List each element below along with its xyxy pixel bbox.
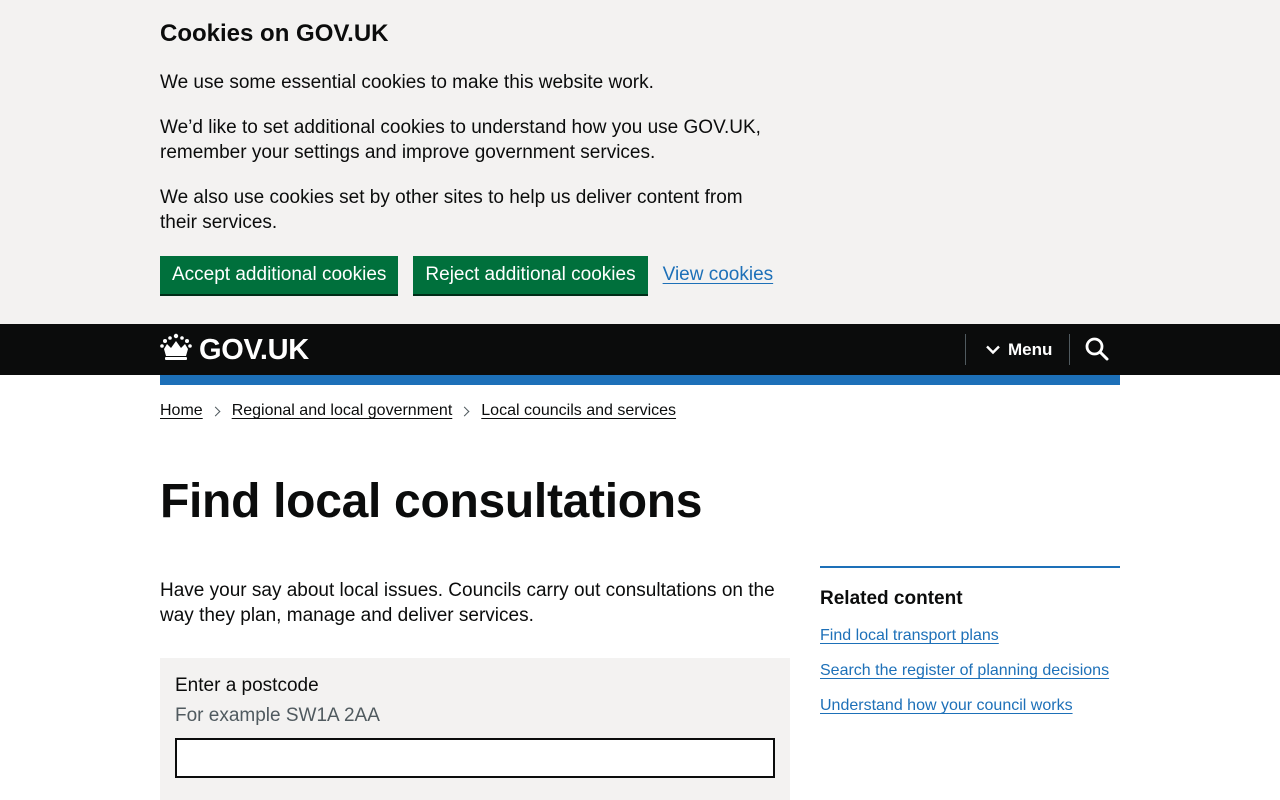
related-link-council-works[interactable]: Understand how your council works <box>820 694 1120 717</box>
related-link-transport-plans[interactable]: Find local transport plans <box>820 624 1120 647</box>
related-content: Related content Find local transport pla… <box>820 566 1120 717</box>
main-column: Have your say about local issues. Counci… <box>160 578 790 800</box>
govuk-logo-link[interactable]: GOV.UK <box>160 333 309 368</box>
related-content-title: Related content <box>820 588 963 609</box>
page-title: Find local consultations <box>160 475 703 528</box>
breadcrumb: Home Regional and local government Local… <box>160 402 1280 420</box>
header-blue-bar <box>160 375 1120 385</box>
breadcrumb-regional-local-government[interactable]: Regional and local government <box>232 402 453 420</box>
related-link-planning-decisions[interactable]: Search the register of planning decision… <box>820 659 1120 682</box>
search-icon <box>1084 337 1110 366</box>
search-button[interactable] <box>1084 336 1110 362</box>
reject-cookies-button[interactable]: Reject additional cookies <box>413 256 648 294</box>
postcode-hint: For example SW1A 2AA <box>175 705 380 726</box>
chevron-right-icon <box>210 406 221 416</box>
menu-button-label: Menu <box>1008 339 1053 359</box>
intro-text: Have your say about local issues. Counci… <box>160 580 775 626</box>
chevron-down-icon <box>986 340 1008 360</box>
postcode-label: Enter a postcode <box>175 675 319 696</box>
view-cookies-link[interactable]: View cookies <box>663 264 774 286</box>
cookie-banner: Cookies on GOV.UK We use some essential … <box>0 0 1280 324</box>
cookie-paragraph: We’d like to set additional cookies to u… <box>160 117 761 163</box>
postcode-form: Enter a postcode For example SW1A 2AA <box>160 658 790 800</box>
header-divider <box>965 334 966 365</box>
cookie-actions: Accept additional cookies Reject additio… <box>160 255 780 295</box>
chevron-right-icon <box>459 406 470 416</box>
accept-cookies-button[interactable]: Accept additional cookies <box>160 256 399 294</box>
crown-icon <box>160 333 199 368</box>
cookie-paragraph: We also use cookies set by other sites t… <box>160 187 743 233</box>
header-divider <box>1069 334 1070 365</box>
breadcrumb-home[interactable]: Home <box>160 402 203 420</box>
cookie-banner-title: Cookies on GOV.UK <box>160 20 389 47</box>
govuk-logo-text: GOV.UK <box>199 334 309 366</box>
cookie-paragraph: We use some essential cookies to make th… <box>160 72 654 93</box>
menu-button[interactable]: Menu <box>986 324 1052 375</box>
site-header: GOV.UK Menu <box>0 324 1280 375</box>
breadcrumb-local-councils[interactable]: Local councils and services <box>481 402 676 420</box>
postcode-input[interactable] <box>175 738 775 778</box>
